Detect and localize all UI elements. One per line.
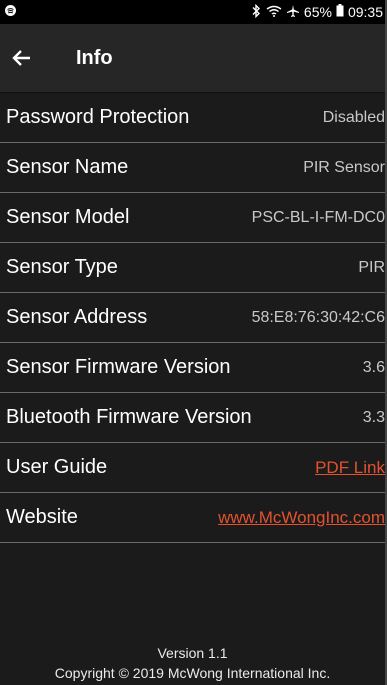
row-value: 3.6 bbox=[362, 358, 385, 376]
row-sensor-firmware-version: Sensor Firmware Version 3.6 bbox=[0, 343, 385, 393]
row-label: Sensor Model bbox=[6, 206, 130, 228]
row-sensor-address: Sensor Address 58:E8:76:30:42:C6 bbox=[0, 293, 385, 343]
row-label: Password Protection bbox=[6, 106, 190, 128]
page-title: Info bbox=[76, 46, 113, 69]
row-label: Sensor Address bbox=[6, 306, 148, 328]
row-user-guide: User Guide PDF Link bbox=[0, 443, 385, 493]
pdf-link[interactable]: PDF Link bbox=[315, 458, 385, 478]
row-label: Sensor Firmware Version bbox=[6, 356, 231, 378]
back-button[interactable] bbox=[12, 49, 56, 67]
row-value: PIR bbox=[358, 258, 385, 276]
app-bar: Info bbox=[0, 24, 385, 93]
row-bluetooth-firmware-version: Bluetooth Firmware Version 3.3 bbox=[0, 393, 385, 443]
battery-level: 65% bbox=[303, 4, 332, 20]
arrow-left-icon bbox=[12, 50, 30, 66]
row-value: 3.3 bbox=[362, 408, 385, 426]
row-value: 58:E8:76:30:42:C6 bbox=[251, 308, 385, 326]
row-label: Bluetooth Firmware Version bbox=[6, 406, 252, 428]
status-bar: 65% 09:35 bbox=[0, 0, 385, 24]
row-website: Website www.McWongInc.com bbox=[0, 493, 385, 543]
row-label: Sensor Type bbox=[6, 256, 118, 278]
row-value: Disabled bbox=[322, 108, 385, 126]
app-version: Version 1.1 bbox=[157, 645, 228, 661]
status-right: 65% 09:35 bbox=[250, 3, 383, 21]
row-label: Website bbox=[6, 506, 78, 528]
row-sensor-name: Sensor Name PIR Sensor bbox=[0, 143, 385, 193]
row-sensor-model: Sensor Model PSC-BL-I-FM-DC0 bbox=[0, 193, 385, 243]
clock: 09:35 bbox=[347, 4, 383, 20]
website-link[interactable]: www.McWongInc.com bbox=[218, 508, 385, 528]
status-left bbox=[4, 4, 17, 20]
copyright: Copyright © 2019 McWong International In… bbox=[54, 665, 331, 681]
info-list: Password Protection Disabled Sensor Name… bbox=[0, 93, 385, 543]
notification-icon bbox=[4, 4, 17, 20]
bluetooth-icon bbox=[250, 3, 262, 21]
row-password-protection: Password Protection Disabled bbox=[0, 93, 385, 143]
airplane-icon bbox=[286, 4, 300, 21]
battery-icon bbox=[336, 4, 344, 20]
row-label: User Guide bbox=[6, 456, 108, 478]
row-value: PIR Sensor bbox=[303, 158, 385, 176]
row-label: Sensor Name bbox=[6, 156, 129, 178]
app-screen: 65% 09:35 Info Password Protection Disab… bbox=[0, 0, 387, 685]
wifi-icon bbox=[266, 4, 282, 20]
row-value: PSC-BL-I-FM-DC0 bbox=[251, 208, 385, 226]
row-sensor-type: Sensor Type PIR bbox=[0, 243, 385, 293]
